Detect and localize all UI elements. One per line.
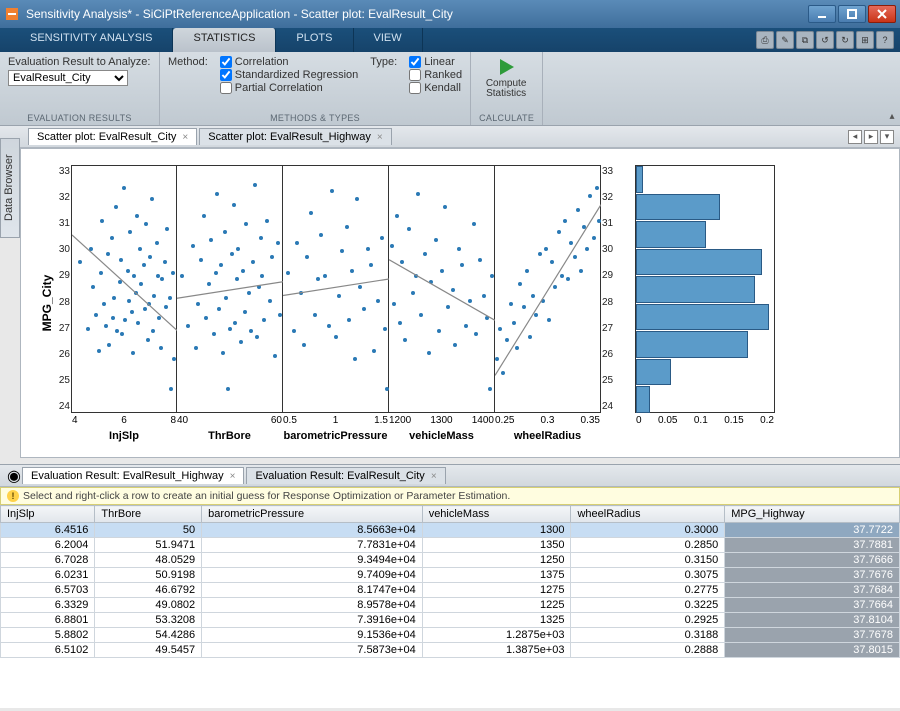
column-header[interactable]: MPG_Highway — [725, 506, 900, 523]
method-label: Method: — [168, 56, 208, 68]
column-header[interactable]: InjSlp — [1, 506, 95, 523]
tab-scroll-left[interactable]: ◂ — [848, 130, 862, 144]
evaluation-results-panel: ◉Evaluation Result: EvalResult_Highway×E… — [0, 464, 900, 708]
data-browser-tab[interactable]: Data Browser — [0, 138, 20, 238]
table-row[interactable]: 6.570346.67928.1747e+0412750.277537.7684 — [1, 583, 900, 598]
minimize-button[interactable] — [808, 5, 836, 23]
column-header[interactable]: vehicleMass — [422, 506, 571, 523]
tab-close-icon[interactable]: × — [377, 132, 383, 143]
tab-menu[interactable]: ▾ — [880, 130, 894, 144]
ribbon-tab-strip: SENSITIVITY ANALYSIS STATISTICS PLOTS VI… — [0, 28, 900, 52]
close-button[interactable] — [868, 5, 896, 23]
info-icon: ! — [7, 490, 19, 502]
tab-view[interactable]: VIEW — [354, 28, 423, 52]
document-tab[interactable]: Scatter plot: EvalResult_Highway× — [199, 128, 391, 145]
toolbar-icon[interactable]: ? — [876, 31, 894, 49]
window-titlebar: Sensitivity Analysis* - SiCiPtReferenceA… — [0, 0, 900, 28]
x-axis-label: vehicleMass — [389, 430, 494, 442]
eval-result-select[interactable]: EvalResult_City — [8, 70, 128, 86]
toolbar-icon[interactable]: ↻ — [836, 31, 854, 49]
table-row[interactable]: 6.510249.54577.5873e+041.3875e+030.28883… — [1, 643, 900, 658]
column-header[interactable]: wheelRadius — [571, 506, 725, 523]
method-checkbox[interactable]: Standardized Regression — [220, 69, 359, 81]
table-row[interactable]: 6.023150.91989.7409e+0413750.307537.7676 — [1, 568, 900, 583]
results-table[interactable]: InjSlpThrBorebarometricPressurevehicleMa… — [0, 505, 900, 708]
table-row[interactable]: 6.880153.32087.3916e+0413250.292537.8104 — [1, 613, 900, 628]
maximize-button[interactable] — [838, 5, 866, 23]
method-checkbox[interactable]: Correlation — [220, 56, 359, 68]
window-title: Sensitivity Analysis* - SiCiPtReferenceA… — [26, 7, 808, 21]
histogram-panel: 00.050.10.150.2 — [635, 165, 775, 413]
tab-sensitivity-analysis[interactable]: SENSITIVITY ANALYSIS — [10, 28, 173, 52]
tab-close-icon[interactable]: × — [431, 471, 437, 482]
table-row[interactable]: 6.702848.05299.3494e+0412500.315037.7666 — [1, 553, 900, 568]
group-label: CALCULATE — [479, 113, 534, 123]
scatter-panel: 0.511.5barometricPressure — [283, 165, 389, 413]
column-header[interactable]: barometricPressure — [202, 506, 423, 523]
x-axis-label: ThrBore — [177, 430, 282, 442]
eval-result-tab[interactable]: Evaluation Result: EvalResult_Highway× — [22, 467, 244, 484]
tab-statistics[interactable]: STATISTICS — [173, 28, 276, 52]
group-label: METHODS & TYPES — [168, 113, 462, 123]
compute-statistics-button[interactable]: Compute Statistics — [479, 56, 533, 100]
scatter-panel: 0.250.30.35wheelRadius333231302928272625… — [495, 165, 601, 413]
scatter-plot-area: MPG_City 468InjSlp3332313029282726252440… — [20, 148, 900, 458]
tab-close-icon[interactable]: × — [182, 132, 188, 143]
x-axis-label: wheelRadius — [495, 430, 600, 442]
type-checkbox[interactable]: Kendall — [409, 82, 462, 94]
table-row[interactable]: 5.880254.42869.1536e+041.2875e+030.31883… — [1, 628, 900, 643]
toolbar-icon[interactable]: ⊞ — [856, 31, 874, 49]
ribbon-collapse-button[interactable]: ▴ — [884, 52, 900, 125]
app-icon — [4, 6, 20, 22]
group-label: EVALUATION RESULTS — [8, 113, 151, 123]
scatter-panel: 468InjSlp33323130292827262524 — [71, 165, 177, 413]
x-axis-label: InjSlp — [72, 430, 176, 442]
table-row[interactable]: 6.4516508.5663e+0413000.300037.7722 — [1, 523, 900, 538]
type-checkbox[interactable]: Linear — [409, 56, 462, 68]
hint-banner: ! Select and right-click a row to create… — [0, 487, 900, 505]
type-checkbox[interactable]: Ranked — [409, 69, 462, 81]
toolbar-icon[interactable]: ⎙ — [756, 31, 774, 49]
method-checkbox[interactable]: Partial Correlation — [220, 82, 359, 94]
tab-scroll-right[interactable]: ▸ — [864, 130, 878, 144]
toolbar-icon[interactable]: ✎ — [776, 31, 794, 49]
eval-result-label: Evaluation Result to Analyze: — [8, 56, 150, 68]
tab-close-icon[interactable]: × — [230, 471, 236, 482]
toolbar-icon[interactable]: ⧉ — [796, 31, 814, 49]
table-row[interactable]: 6.332949.08028.9578e+0412250.322537.7664 — [1, 598, 900, 613]
column-header[interactable]: ThrBore — [95, 506, 202, 523]
play-icon — [496, 57, 516, 77]
type-label: Type: — [370, 56, 397, 68]
x-axis-label: barometricPressure — [283, 430, 388, 442]
tab-nav-icon[interactable]: ◉ — [6, 466, 22, 486]
document-tab[interactable]: Scatter plot: EvalResult_City× — [28, 128, 197, 145]
tab-plots[interactable]: PLOTS — [276, 28, 353, 52]
ribbon-body: Evaluation Result to Analyze: EvalResult… — [0, 52, 900, 126]
table-row[interactable]: 6.200451.94717.7831e+0413500.285037.7881 — [1, 538, 900, 553]
toolbar-icon[interactable]: ↺ — [816, 31, 834, 49]
scatter-panel: 120013001400vehicleMass — [389, 165, 495, 413]
scatter-panel: 4060ThrBore — [177, 165, 283, 413]
document-tab-strip: Scatter plot: EvalResult_City×Scatter pl… — [0, 126, 900, 148]
eval-result-tab[interactable]: Evaluation Result: EvalResult_City× — [246, 467, 445, 484]
